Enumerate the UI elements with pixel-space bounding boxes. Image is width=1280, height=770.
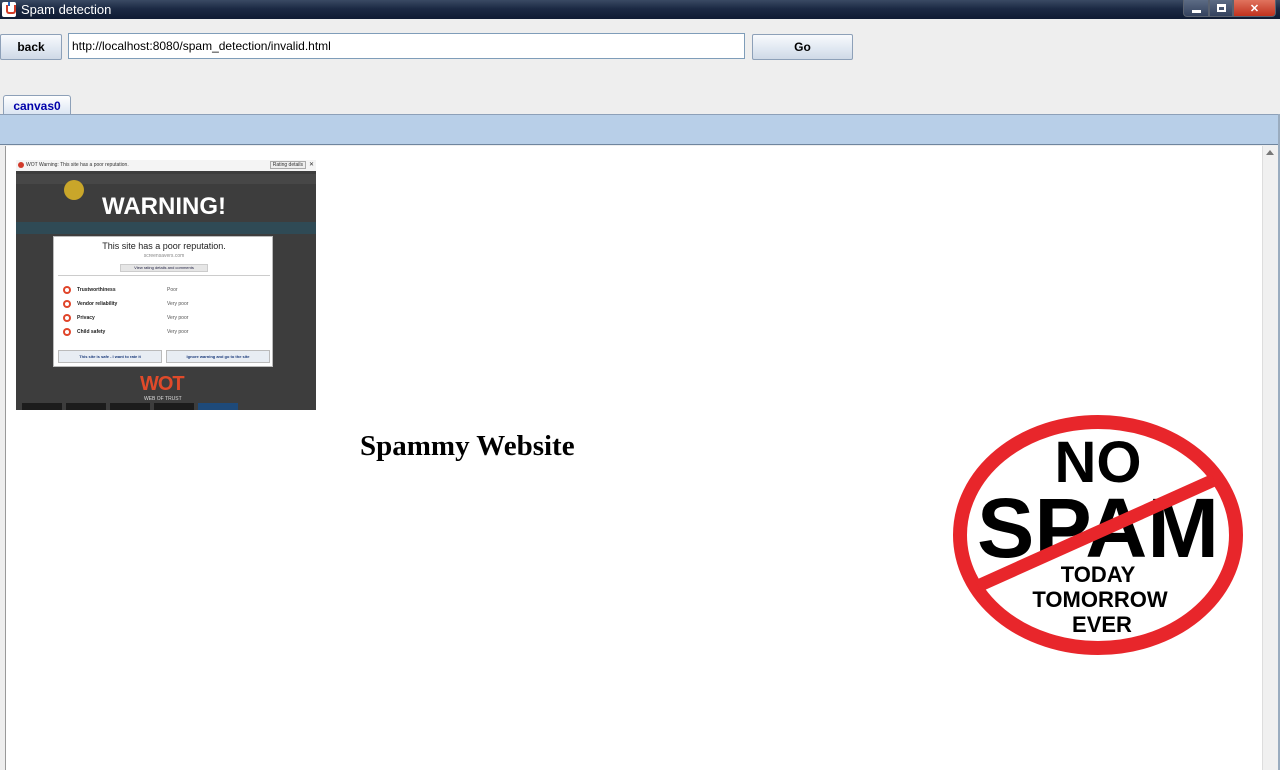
dialog-button-left: This site is safe - I want to rate it [58, 350, 162, 363]
rating-details-label: Rating details [269, 161, 306, 169]
rating-icon [63, 300, 71, 308]
java-cup-icon [2, 2, 16, 17]
wot-logo: WOT [140, 373, 185, 395]
rating-label: Vendor reliability [77, 301, 118, 307]
vertical-scrollbar[interactable] [1262, 146, 1278, 770]
dialog-site: screensavers.com [143, 253, 185, 259]
no-spam-line3: TODAY [1061, 562, 1136, 587]
wot-warning-image: WOT Warning: This site has a poor reputa… [16, 160, 316, 410]
dialog-link: View rating details and comments [120, 264, 208, 272]
title-bar: Spam detection ✕ [0, 0, 1280, 19]
go-button[interactable]: Go [752, 34, 853, 60]
warning-image-topbar: WOT Warning: This site has a poor reputa… [16, 160, 316, 171]
window-controls: ✕ [1183, 0, 1276, 17]
rating-label: Child safety [77, 329, 106, 335]
site-logo-icon [64, 180, 84, 200]
rating-value: Very poor [167, 301, 189, 307]
rating-row: Vendor reliability Very poor [63, 300, 263, 308]
rating-icon [63, 286, 71, 294]
rating-icon [63, 314, 71, 322]
warning-banner: WARNING! [102, 193, 226, 220]
no-spam-sign-image: NO SPAM TODAY TOMORROW EVER [953, 415, 1243, 655]
wot-subtitle: WEB OF TRUST [144, 396, 182, 402]
warning-dialog: This site has a poor reputation. screens… [53, 236, 273, 367]
rating-value: Very poor [167, 315, 189, 321]
bg-row [16, 174, 316, 184]
close-icon: ✕ [308, 162, 314, 168]
close-icon: ✕ [1249, 2, 1260, 15]
back-button[interactable]: back [0, 34, 62, 60]
thumbnail [22, 403, 62, 410]
url-input[interactable] [68, 33, 745, 59]
rating-label: Trustworthiness [77, 287, 116, 293]
minimize-button[interactable] [1183, 0, 1209, 17]
thumbnail [154, 403, 194, 410]
maximize-button[interactable] [1209, 0, 1233, 17]
divider [58, 275, 270, 276]
thumbnail [198, 403, 238, 410]
rating-row: Child safety Very poor [63, 328, 263, 336]
tab-canvas0[interactable]: canvas0 [3, 95, 71, 115]
page-heading: Spammy Website [360, 430, 575, 462]
thumbnail [66, 403, 106, 410]
minimize-icon [1191, 9, 1201, 13]
rating-value: Very poor [167, 329, 189, 335]
rating-row: Privacy Very poor [63, 314, 263, 322]
rating-label: Privacy [77, 315, 95, 321]
scroll-up-arrow-icon[interactable] [1266, 150, 1274, 155]
no-spam-line5: EVER [1072, 612, 1132, 637]
maximize-icon [1216, 4, 1226, 12]
rating-row: Trustworthiness Poor [63, 286, 263, 294]
no-spam-line4: TOMORROW [1032, 587, 1167, 612]
rating-icon [63, 328, 71, 336]
tab-content-header [0, 114, 1280, 145]
dialog-button-right: Ignore warning and go to the site [166, 350, 270, 363]
wot-dot-icon [18, 162, 24, 168]
rating-value: Poor [167, 287, 178, 293]
thumbnail [110, 403, 150, 410]
window-title: Spam detection [21, 2, 112, 17]
warning-image-topbar-text: WOT Warning: This site has a poor reputa… [26, 162, 129, 168]
bg-nav-row [16, 222, 316, 234]
close-button[interactable]: ✕ [1233, 0, 1276, 17]
dialog-title: This site has a poor reputation. [102, 241, 226, 251]
